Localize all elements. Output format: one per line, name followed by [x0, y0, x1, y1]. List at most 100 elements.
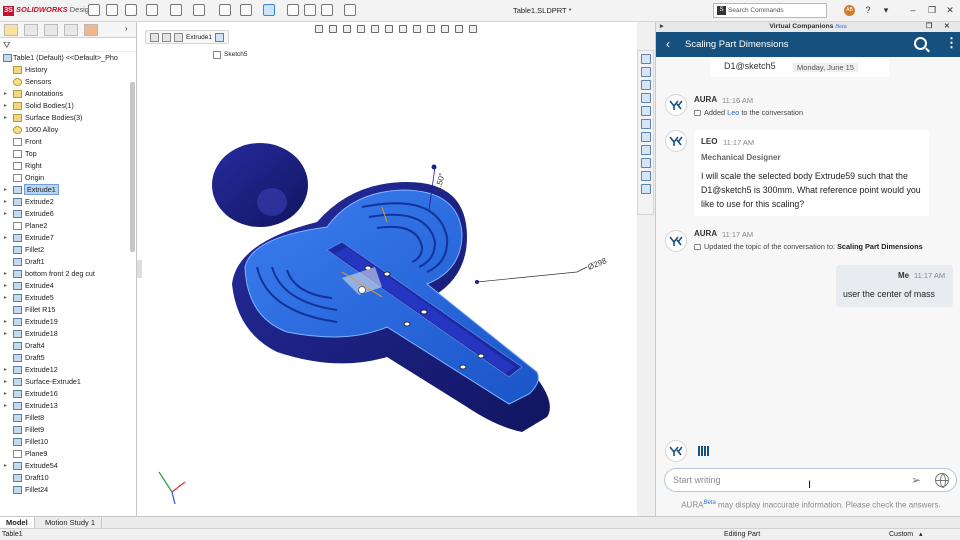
virtual-companion-icon[interactable]: [640, 119, 651, 129]
dynamic-annotation-icon[interactable]: [371, 25, 379, 33]
diameter-dimension-label[interactable]: Ø298: [586, 256, 608, 272]
view-settings-icon[interactable]: [455, 25, 463, 33]
macro-run-icon[interactable]: [344, 4, 356, 16]
expand-arrow-icon[interactable]: ▸: [4, 364, 7, 376]
apply-scene-icon[interactable]: [441, 25, 449, 33]
panel-collapse-handle[interactable]: [137, 260, 142, 278]
tree-item[interactable]: ▸ Surface Bodies(3): [0, 112, 136, 124]
undo-icon[interactable]: [219, 4, 231, 16]
tree-item[interactable]: ▸ Extrude18: [0, 328, 136, 340]
tree-item[interactable]: ▸ Extrude12: [0, 364, 136, 376]
home-icon[interactable]: [106, 4, 118, 16]
view-palette-icon[interactable]: [640, 106, 651, 116]
tree-item[interactable]: Fillet9: [0, 424, 136, 436]
tree-item[interactable]: Plane2: [0, 220, 136, 232]
section-view-icon[interactable]: [357, 25, 365, 33]
select-icon[interactable]: [263, 4, 275, 16]
face-breadcrumb-icon[interactable]: [215, 32, 225, 42]
custom-properties-icon[interactable]: [640, 145, 651, 155]
forum-icon[interactable]: [640, 158, 651, 168]
home-pane-icon[interactable]: [640, 67, 651, 77]
file-properties-icon[interactable]: [304, 4, 316, 16]
previous-view-icon[interactable]: [343, 25, 351, 33]
back-arrow-icon[interactable]: ‹: [666, 37, 670, 51]
extrude-breadcrumb-icon[interactable]: [174, 32, 183, 42]
units-dropdown-icon[interactable]: ▴: [919, 529, 923, 540]
tree-item[interactable]: ▸ Extrude54: [0, 460, 136, 472]
property-manager-tab[interactable]: [24, 24, 38, 36]
breadcrumb-feature[interactable]: Extrude1: [186, 34, 212, 41]
redo-icon[interactable]: [240, 4, 252, 16]
tree-item[interactable]: ▸ Extrude13: [0, 400, 136, 412]
expand-menu-icon[interactable]: [88, 4, 100, 16]
angle-dimension-handle[interactable]: [431, 164, 437, 170]
display-manager-tab[interactable]: [84, 24, 98, 36]
file-explorer-icon[interactable]: [640, 93, 651, 103]
tree-item[interactable]: Fillet24: [0, 484, 136, 496]
tree-item[interactable]: History: [0, 64, 136, 76]
app-logo[interactable]: 3S SOLIDWORKS Design: [3, 5, 93, 16]
message-input[interactable]: [673, 473, 893, 487]
expand-arrow-icon[interactable]: ▸: [4, 184, 7, 196]
tree-item[interactable]: ▸ Annotations: [0, 88, 136, 100]
options-gear-icon[interactable]: [321, 4, 333, 16]
zoom-area-icon[interactable]: [329, 25, 337, 33]
expand-arrow-icon[interactable]: ▸: [4, 388, 7, 400]
tree-item[interactable]: Sensors: [0, 76, 136, 88]
minimize-button[interactable]: –: [907, 4, 919, 16]
tree-item[interactable]: ▸ bottom front 2 deg cut: [0, 268, 136, 280]
language-globe-icon[interactable]: [935, 473, 949, 488]
feature-manager-tab[interactable]: [4, 24, 18, 36]
expand-arrow-icon[interactable]: ▸: [4, 460, 7, 472]
pin-icon[interactable]: ▸: [660, 22, 664, 32]
tree-item[interactable]: Origin: [0, 172, 136, 184]
appearances-icon[interactable]: [640, 132, 651, 142]
angle-dimension-label[interactable]: 2.50°: [433, 172, 447, 192]
expand-arrow-icon[interactable]: ▸: [4, 292, 7, 304]
expand-arrow-icon[interactable]: ▸: [4, 400, 7, 412]
expand-arrow-icon[interactable]: ▸: [4, 376, 7, 388]
part-breadcrumb-icon[interactable]: [150, 32, 159, 42]
units-selector[interactable]: Custom: [889, 529, 913, 540]
expand-arrow-icon[interactable]: ▸: [4, 268, 7, 280]
tree-filter[interactable]: ⛛: [0, 38, 136, 52]
design-library-icon[interactable]: [640, 80, 651, 90]
tree-item[interactable]: Draft5: [0, 352, 136, 364]
graphics-area[interactable]: 2.50° Ø298 Extrude1 Sketch5: [137, 22, 637, 516]
tree-item[interactable]: ▸ Extrude4: [0, 280, 136, 292]
tabs-overflow-icon[interactable]: ›: [125, 24, 128, 33]
tree-item[interactable]: Fillet2: [0, 244, 136, 256]
configuration-manager-tab[interactable]: [44, 24, 58, 36]
tree-item[interactable]: Fillet8: [0, 412, 136, 424]
zoom-to-fit-icon[interactable]: [315, 25, 323, 33]
tree-item[interactable]: Plane9: [0, 448, 136, 460]
tree-item[interactable]: ▸ Solid Bodies(1): [0, 100, 136, 112]
save-icon[interactable]: [170, 4, 182, 16]
tree-item[interactable]: ▸ Extrude16: [0, 388, 136, 400]
expand-arrow-icon[interactable]: ▸: [4, 316, 7, 328]
display-pane-icon[interactable]: [469, 25, 477, 33]
expand-arrow-icon[interactable]: ▸: [4, 328, 7, 340]
tree-item[interactable]: ▸ Extrude19: [0, 316, 136, 328]
tree-root-part[interactable]: Table1 (Default) <<Default>_Pho: [0, 52, 136, 64]
mention-link[interactable]: Leo: [727, 108, 739, 117]
tree-item[interactable]: ▸ Surface-Extrude1: [0, 376, 136, 388]
3d-experience-icon[interactable]: [640, 171, 651, 181]
expand-arrow-icon[interactable]: ▸: [4, 100, 7, 112]
expand-arrow-icon[interactable]: ▸: [4, 208, 7, 220]
tree-scrollbar[interactable]: [130, 82, 135, 252]
tree-item[interactable]: Draft1: [0, 256, 136, 268]
part-model-graphic[interactable]: 2.50° Ø298: [137, 22, 637, 516]
new-document-icon[interactable]: [125, 4, 137, 16]
selection-point[interactable]: [358, 286, 366, 294]
more-options-icon[interactable]: ⋮: [945, 36, 958, 49]
close-button[interactable]: ✕: [944, 4, 956, 16]
body-breadcrumb-icon[interactable]: [162, 32, 171, 42]
hide-show-items-icon[interactable]: [413, 25, 421, 33]
expand-arrow-icon[interactable]: ▸: [4, 88, 7, 100]
markup-icon[interactable]: [640, 184, 651, 194]
rebuild-icon[interactable]: [287, 4, 299, 16]
print-icon[interactable]: [193, 4, 205, 16]
restore-panel-icon[interactable]: ❐: [926, 22, 932, 32]
tree-item[interactable]: Right: [0, 160, 136, 172]
